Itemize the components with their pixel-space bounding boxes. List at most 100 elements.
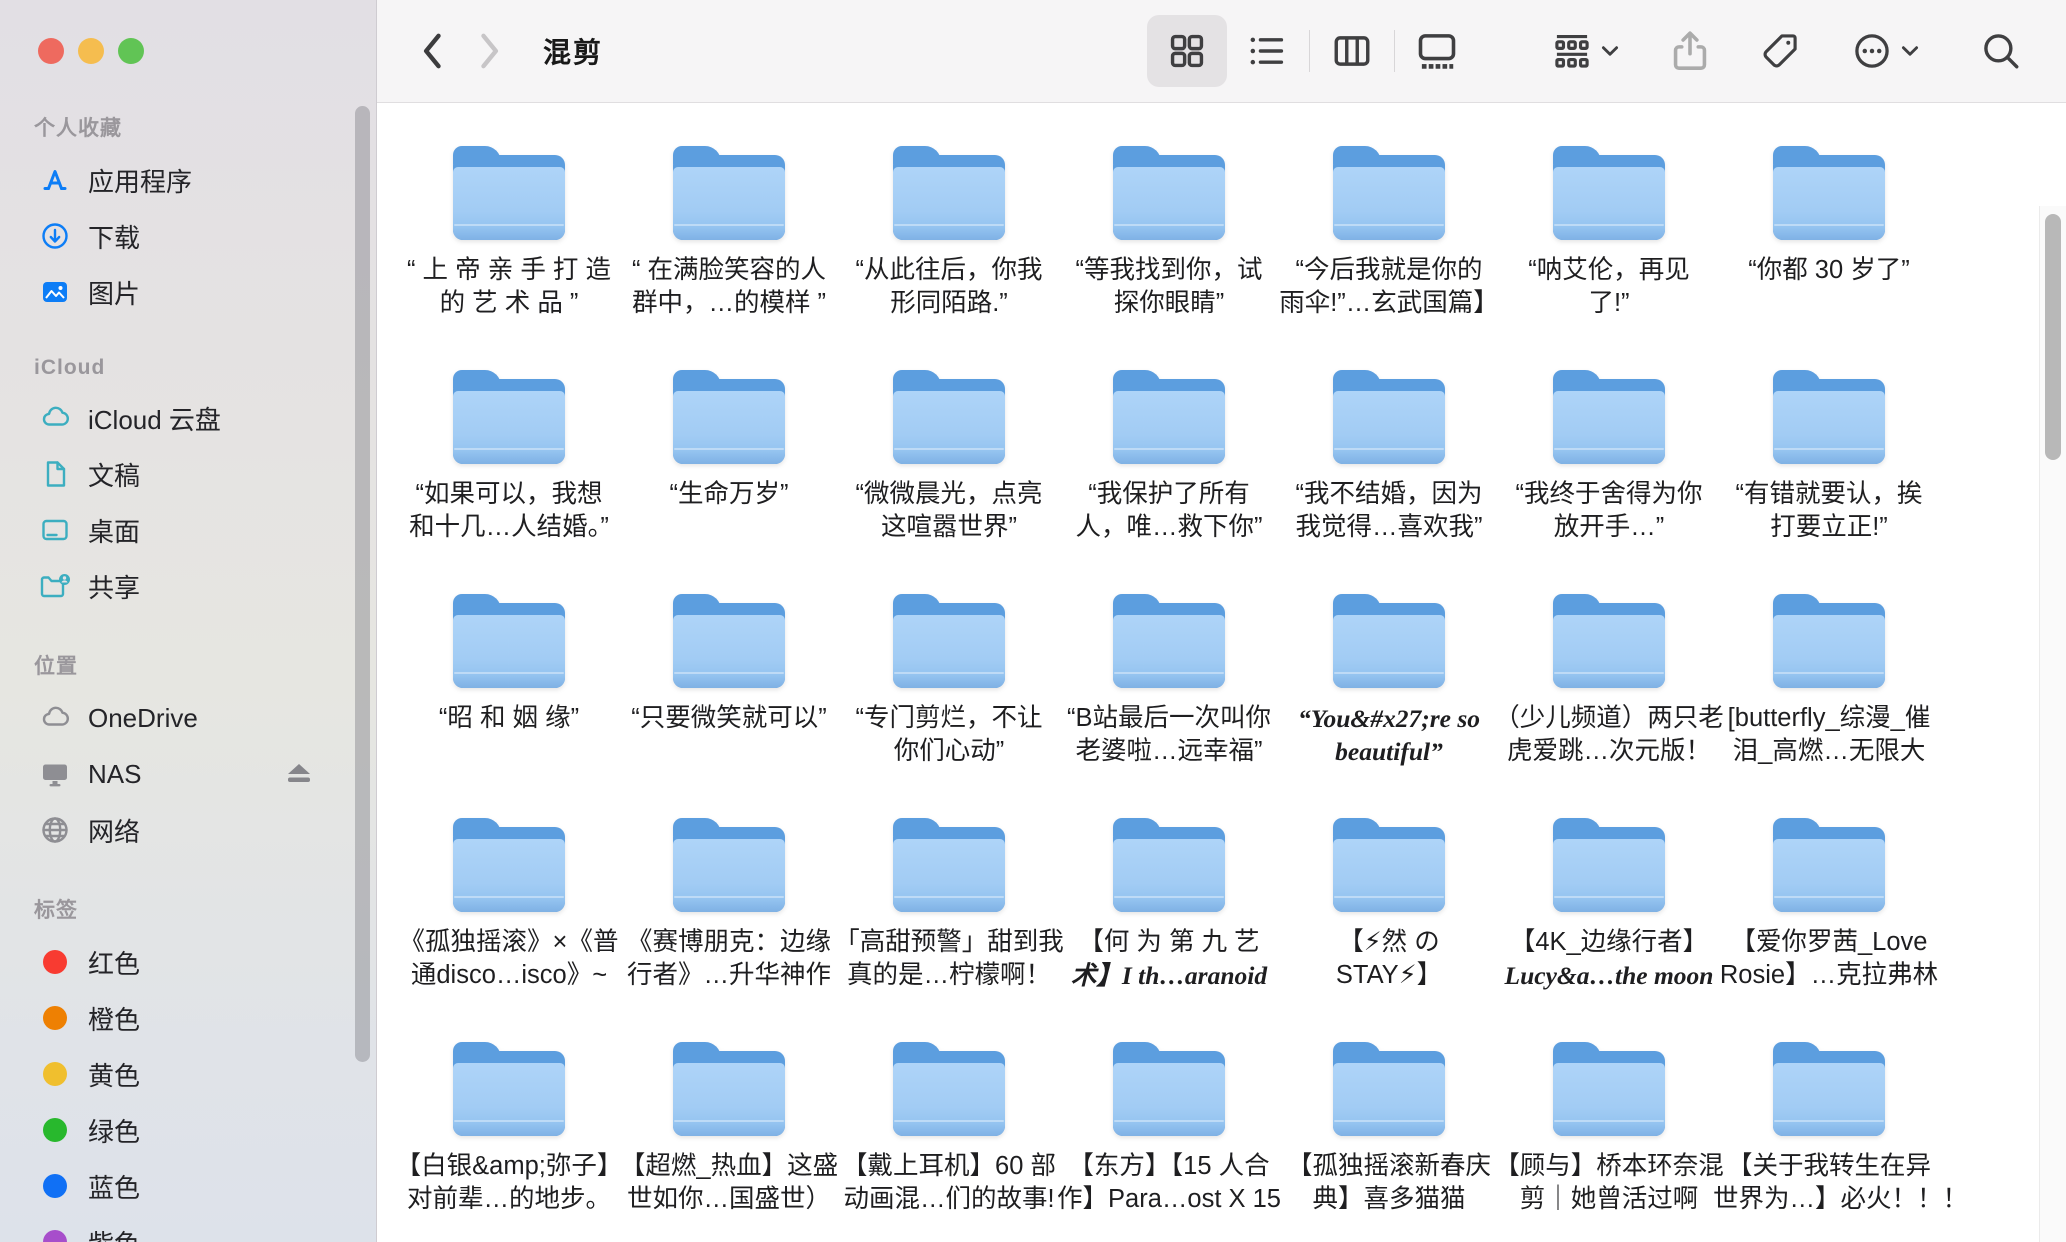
sidebar-item-应用程序[interactable]: 应用程序 — [32, 152, 376, 208]
folder-icon[interactable] — [1770, 817, 1888, 915]
sidebar-item-NAS[interactable]: NAS — [32, 746, 376, 802]
group-by-button[interactable] — [1532, 15, 1640, 87]
folder-icon[interactable] — [1550, 1041, 1668, 1139]
folder-name[interactable]: “专门剪烂，不让你们心动” — [833, 702, 1065, 768]
folder-item[interactable]: [butterfly_综漫_催泪_高燃…无限大 — [1719, 593, 1939, 817]
folder-icon[interactable] — [1770, 369, 1888, 467]
forward-button[interactable] — [461, 21, 517, 81]
folder-item[interactable]: “今后我就是你的雨伞!”…玄武国篇】 — [1279, 145, 1499, 369]
folder-name[interactable]: “有错就要认，挨打要立正!” — [1713, 478, 1945, 544]
scrollbar-thumb[interactable] — [2045, 214, 2061, 460]
folder-name[interactable]: “今后我就是你的雨伞!”…玄武国篇】 — [1273, 254, 1505, 320]
folder-item[interactable]: “B站最后一次叫你老婆啦…远幸福” — [1059, 593, 1279, 817]
folder-icon[interactable] — [1770, 1041, 1888, 1139]
folder-item[interactable]: 【何 为 第 九 艺术】I th…aranoid — [1059, 817, 1279, 1041]
folder-icon[interactable] — [450, 1041, 568, 1139]
folder-item[interactable]: 《孤独摇滚》×《普通disco…isco》~ — [399, 817, 619, 1041]
gallery-view-button[interactable] — [1397, 15, 1477, 87]
folder-icon[interactable] — [1110, 145, 1228, 243]
folder-name[interactable]: [butterfly_综漫_催泪_高燃…无限大 — [1713, 702, 1945, 768]
folder-icon[interactable] — [1550, 593, 1668, 691]
sidebar-scrollbar[interactable] — [355, 106, 370, 1062]
folder-item[interactable]: 【4K_边缘行者】Lucy&a…the moon — [1499, 817, 1719, 1041]
folder-icon[interactable] — [450, 145, 568, 243]
folder-item[interactable]: “昭 和 姻 缘” — [399, 593, 619, 817]
folder-name[interactable]: 【⚡然 のSTAY⚡】 — [1273, 926, 1505, 992]
folder-icon[interactable] — [1770, 593, 1888, 691]
folder-icon[interactable] — [1550, 817, 1668, 915]
sidebar-item-橙色[interactable]: 橙色 — [32, 990, 376, 1046]
folder-item[interactable]: 【东方】【15 人合作】Para…ost X 15 — [1059, 1041, 1279, 1242]
column-view-button[interactable] — [1312, 15, 1392, 87]
sidebar-item-文稿[interactable]: 文稿 — [32, 446, 376, 502]
folder-icon[interactable] — [1770, 145, 1888, 243]
folder-icon[interactable] — [1330, 369, 1448, 467]
folder-item[interactable]: 【戴上耳机】60 部动画混…们的故事! — [839, 1041, 1059, 1242]
folder-icon[interactable] — [670, 1041, 788, 1139]
icon-view-button[interactable] — [1147, 15, 1227, 87]
folder-icon[interactable] — [1110, 817, 1228, 915]
list-view-button[interactable] — [1227, 15, 1307, 87]
share-button[interactable] — [1650, 15, 1730, 87]
folder-item[interactable]: 【白银&amp;弥子】对前辈…的地步。 — [399, 1041, 619, 1242]
folder-icon[interactable] — [1330, 817, 1448, 915]
zoom-button[interactable] — [118, 38, 144, 64]
folder-icon[interactable] — [670, 817, 788, 915]
folder-name[interactable]: “B站最后一次叫你老婆啦…远幸福” — [1053, 702, 1285, 768]
folder-item[interactable]: “生命万岁” — [619, 369, 839, 593]
folder-name[interactable]: “微微晨光，点亮这喧嚣世界” — [833, 478, 1065, 544]
folder-item[interactable]: 【超燃_热血】这盛世如你…国盛世） — [619, 1041, 839, 1242]
folder-item[interactable]: 【顾与】桥本环奈混剪｜她曾活过啊 — [1499, 1041, 1719, 1242]
folder-item[interactable]: 【爱你罗茜_LoveRosie】…克拉弗林 — [1719, 817, 1939, 1041]
folder-item[interactable]: 【关于我转生在异世界为…】必火！！！ — [1719, 1041, 1939, 1242]
folder-item[interactable]: “呐艾伦，再见了!” — [1499, 145, 1719, 369]
folder-icon[interactable] — [450, 593, 568, 691]
sidebar-item-共享[interactable]: 共享 — [32, 558, 376, 614]
folder-name[interactable]: 《孤独摇滚》×《普通disco…isco》~ — [393, 926, 625, 992]
folder-item[interactable]: “ 在满脸笑容的人群中，…的模样 ” — [619, 145, 839, 369]
folder-item[interactable]: “微微晨光，点亮这喧嚣世界” — [839, 369, 1059, 593]
folder-item[interactable]: 「高甜预警」甜到我真的是…柠檬啊！ — [839, 817, 1059, 1041]
folder-item[interactable]: “专门剪烂，不让你们心动” — [839, 593, 1059, 817]
sidebar-item-图片[interactable]: 图片 — [32, 264, 376, 320]
folder-name[interactable]: 「高甜预警」甜到我真的是…柠檬啊！ — [833, 926, 1065, 992]
folder-icon[interactable] — [890, 593, 1008, 691]
folder-icon[interactable] — [670, 369, 788, 467]
folder-name[interactable]: 【超燃_热血】这盛世如你…国盛世） — [613, 1150, 845, 1216]
folder-name[interactable]: 【顾与】桥本环奈混剪｜她曾活过啊 — [1493, 1150, 1725, 1216]
search-button[interactable] — [1966, 15, 2036, 87]
tag-button[interactable] — [1740, 15, 1820, 87]
sidebar-item-下载[interactable]: 下载 — [32, 208, 376, 264]
folder-name[interactable]: “你都 30 岁了” — [1713, 254, 1945, 287]
sidebar-item-iCloud 云盘[interactable]: iCloud 云盘 — [32, 390, 376, 446]
folder-item[interactable]: （少儿频道）两只老虎爱跳…次元版！ — [1499, 593, 1719, 817]
sidebar-item-OneDrive[interactable]: OneDrive — [32, 690, 376, 746]
folder-name[interactable]: （少儿频道）两只老虎爱跳…次元版！ — [1493, 702, 1725, 768]
folder-name[interactable]: 《赛博朋克：边缘行者》…升华神作 — [613, 926, 845, 992]
folder-name[interactable]: “从此往后，你我形同陌路.” — [833, 254, 1065, 320]
folder-name[interactable]: “ 上 帝 亲 手 打 造的 艺 术 品 ” — [393, 254, 625, 320]
folder-icon[interactable] — [1110, 593, 1228, 691]
back-button[interactable] — [405, 21, 461, 81]
folder-name[interactable]: “我不结婚，因为我觉得…喜欢我” — [1273, 478, 1505, 544]
folder-name[interactable]: “只要微笑就可以” — [613, 702, 845, 735]
folder-item[interactable]: 《赛博朋克：边缘行者》…升华神作 — [619, 817, 839, 1041]
folder-name[interactable]: 【关于我转生在异世界为…】必火！！！ — [1713, 1150, 1945, 1216]
folder-name[interactable]: “昭 和 姻 缘” — [393, 702, 625, 735]
folder-item[interactable]: “你都 30 岁了” — [1719, 145, 1939, 369]
folder-name[interactable]: 【爱你罗茜_LoveRosie】…克拉弗林 — [1713, 926, 1945, 992]
folder-icon[interactable] — [670, 593, 788, 691]
sidebar-item-绿色[interactable]: 绿色 — [32, 1102, 376, 1158]
folder-item[interactable]: “我保护了所有人，唯…救下你” — [1059, 369, 1279, 593]
folder-item[interactable]: “从此往后，你我形同陌路.” — [839, 145, 1059, 369]
folder-icon[interactable] — [450, 817, 568, 915]
folder-name[interactable]: 【戴上耳机】60 部动画混…们的故事! — [833, 1150, 1065, 1216]
more-actions-button[interactable] — [1830, 15, 1942, 87]
folder-icon[interactable] — [890, 1041, 1008, 1139]
folder-icon[interactable] — [890, 817, 1008, 915]
folder-item[interactable]: “如果可以，我想和十几…人结婚。” — [399, 369, 619, 593]
eject-button[interactable] — [284, 761, 314, 787]
folder-name[interactable]: “ 在满脸笑容的人群中，…的模样 ” — [613, 254, 845, 320]
sidebar-item-蓝色[interactable]: 蓝色 — [32, 1158, 376, 1214]
folder-icon[interactable] — [1330, 593, 1448, 691]
